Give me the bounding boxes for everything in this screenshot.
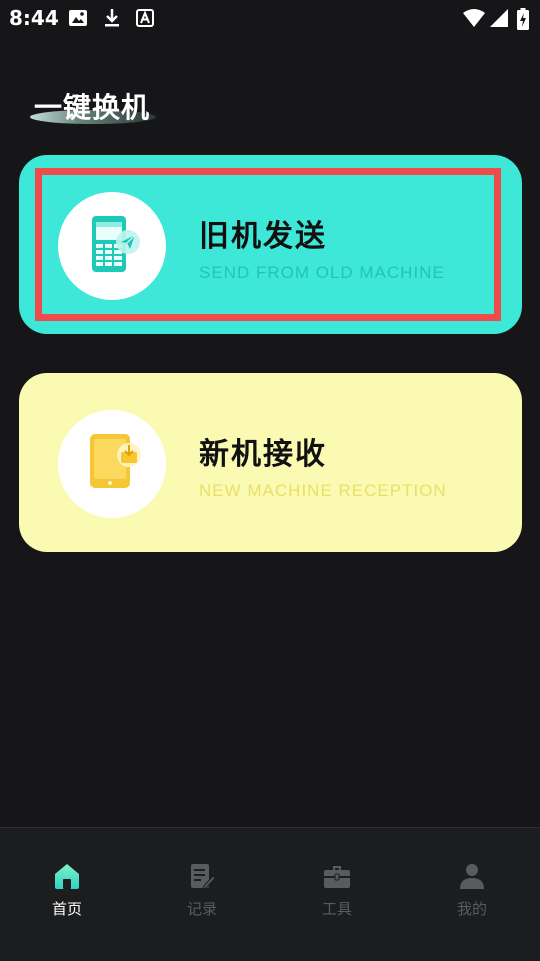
nav-item-profile[interactable]: 我的 <box>437 862 507 919</box>
status-bar: 8:44 <box>0 0 540 36</box>
accessibility-a-icon <box>135 8 155 32</box>
wifi-icon <box>462 8 486 32</box>
page-title: 一键换机 <box>34 91 151 124</box>
receive-card-subtitle: NEW MACHINE RECEPTION <box>199 481 447 500</box>
new-machine-reception-card[interactable]: 新机接收 NEW MACHINE RECEPTION <box>19 373 522 552</box>
new-phone-receive-icon <box>90 434 141 488</box>
toolbox-icon <box>324 866 350 888</box>
nav-label-profile: 我的 <box>456 900 487 918</box>
home-icon <box>55 864 79 889</box>
nav-label-tools: 工具 <box>321 900 352 918</box>
nav-label-home: 首页 <box>51 900 82 918</box>
image-icon <box>68 8 88 32</box>
nav-item-home[interactable]: 首页 <box>32 862 102 919</box>
records-icon <box>191 864 216 890</box>
profile-icon <box>460 864 484 889</box>
nav-label-records: 记录 <box>186 900 217 918</box>
nav-item-tools[interactable]: 工具 <box>302 862 372 919</box>
receive-icon-circle <box>58 410 166 518</box>
battery-charging-icon <box>517 8 529 34</box>
download-icon <box>102 8 122 32</box>
signal-icon <box>489 8 509 32</box>
status-time: 8:44 <box>9 6 59 30</box>
nav-item-records[interactable]: 记录 <box>167 862 237 919</box>
send-from-old-machine-card[interactable]: 旧机发送 SEND FROM OLD MACHINE <box>19 155 522 334</box>
receive-card-title: 新机接收 <box>199 437 327 472</box>
bottom-navigation: 首页 记录 工具 我的 <box>0 827 540 961</box>
selection-highlight-box <box>35 168 501 321</box>
page-header: 一键换机 <box>28 84 188 128</box>
